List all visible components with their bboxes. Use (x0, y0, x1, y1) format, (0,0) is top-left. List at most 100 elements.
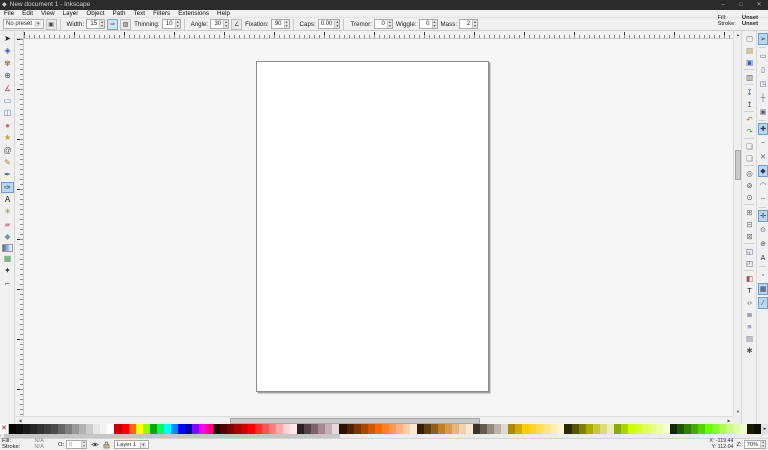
color-swatch[interactable] (410, 424, 417, 434)
copy[interactable]: ❏ (743, 141, 756, 152)
tool-calligraphy[interactable]: ✑ (1, 182, 14, 193)
color-swatch[interactable] (178, 424, 185, 434)
color-swatch[interactable] (543, 424, 550, 434)
angle-spin-down[interactable]: ▾ (224, 24, 228, 28)
color-swatch[interactable] (114, 424, 121, 434)
color-swatch[interactable] (719, 424, 726, 434)
color-swatch[interactable] (642, 424, 649, 434)
color-swatch[interactable] (304, 424, 311, 434)
color-swatch[interactable] (656, 424, 663, 434)
snap-rotation-centers[interactable]: ⊕ (758, 238, 768, 250)
color-swatch[interactable] (79, 424, 86, 434)
tool-zoom[interactable]: ⊕ (1, 70, 14, 81)
color-swatch[interactable] (536, 424, 543, 434)
color-swatch[interactable] (635, 424, 642, 434)
color-swatch[interactable] (339, 424, 346, 434)
color-swatch[interactable] (58, 424, 65, 434)
color-swatch[interactable] (586, 424, 593, 434)
layer-visibility-toggle[interactable] (91, 441, 99, 448)
tool-gradient[interactable] (2, 244, 13, 252)
snap-page-border[interactable]: ▫ (758, 269, 768, 281)
color-swatch[interactable] (487, 424, 494, 434)
close-button[interactable]: ✕ (750, 0, 768, 10)
horizontal-ruler[interactable] (24, 31, 733, 39)
fill-stroke-dialog[interactable]: ◧ (743, 273, 756, 284)
color-swatch[interactable] (572, 424, 579, 434)
color-swatch[interactable] (269, 424, 276, 434)
text-dialog[interactable]: T (743, 285, 756, 296)
color-swatch[interactable] (143, 424, 150, 434)
width-spinner[interactable]: 15▴▾ (86, 19, 105, 29)
color-swatch[interactable] (593, 424, 600, 434)
color-swatch[interactable] (698, 424, 705, 434)
save-document[interactable]: ▣ (743, 57, 756, 68)
color-swatch[interactable] (100, 424, 107, 434)
snap-cusp-nodes[interactable]: ◆ (758, 165, 768, 177)
import-bitmap[interactable]: ↧ (743, 87, 756, 98)
tremor-spinner[interactable]: 0▴▾ (374, 19, 393, 29)
color-swatch[interactable] (438, 424, 445, 434)
maximize-button[interactable]: □ (732, 0, 750, 10)
color-swatch[interactable] (361, 424, 368, 434)
snap-path-intersections[interactable]: ✕ (758, 151, 768, 163)
snap-bbox-centers[interactable]: ▣ (758, 106, 768, 118)
snap-text-baselines[interactable]: A (758, 252, 768, 264)
color-swatch[interactable] (30, 424, 37, 434)
fixation-spin-down[interactable]: ▾ (285, 24, 289, 28)
color-swatch[interactable] (241, 424, 248, 434)
color-swatch[interactable] (691, 424, 698, 434)
tool-paint-bucket[interactable]: ◆ (1, 231, 14, 242)
color-swatch[interactable] (164, 424, 171, 434)
color-swatch[interactable] (564, 424, 571, 434)
color-swatch[interactable] (23, 424, 30, 434)
color-swatch[interactable] (747, 424, 754, 434)
tool-selector[interactable]: ➤ (1, 33, 14, 44)
mass-spin-down[interactable]: ▾ (473, 24, 477, 28)
canvas[interactable] (24, 39, 733, 416)
snap-bbox-edge-midpoints[interactable]: ┼ (758, 92, 768, 104)
color-swatch[interactable] (754, 424, 761, 434)
color-swatch[interactable] (318, 424, 325, 434)
group-objects[interactable]: ◱ (743, 246, 756, 257)
color-swatch[interactable] (522, 424, 529, 434)
color-swatch[interactable] (107, 424, 114, 434)
new-document[interactable]: ▢ (743, 33, 756, 44)
color-swatch[interactable] (649, 424, 656, 434)
tool-dropper[interactable]: ✦ (1, 265, 14, 276)
snap-guides[interactable]: ∕ (758, 297, 768, 309)
fixation-spinner[interactable]: 90▴▾ (271, 19, 290, 29)
tool-bezier-pen[interactable]: ✒ (1, 169, 14, 180)
tool-node-editor[interactable]: ◈ (1, 45, 14, 56)
trace-background-toggle[interactable]: ▨ (120, 19, 131, 30)
snap-bbox-edges[interactable]: ▯ (758, 64, 768, 76)
color-swatch[interactable] (663, 424, 670, 434)
color-swatch[interactable] (368, 424, 375, 434)
color-swatch[interactable] (276, 424, 283, 434)
color-swatch[interactable] (550, 424, 557, 434)
color-swatch[interactable] (37, 424, 44, 434)
snap-object-centers[interactable]: ⊙ (758, 224, 768, 236)
color-swatch[interactable] (480, 424, 487, 434)
color-swatch[interactable] (508, 424, 515, 434)
color-swatch[interactable] (192, 424, 199, 434)
caps-spinner[interactable]: 0.00▴▾ (318, 19, 341, 29)
thinning-spin-down[interactable]: ▾ (176, 24, 180, 28)
redo[interactable]: ↷ (743, 126, 756, 137)
color-swatch[interactable] (670, 424, 677, 434)
color-swatch[interactable] (705, 424, 712, 434)
tool-3d-box[interactable]: ◫ (1, 107, 14, 118)
tool-mesh-gradient[interactable]: ▦ (1, 253, 14, 264)
tool-spiral[interactable]: @ (1, 145, 14, 156)
ungroup-objects[interactable]: ◰ (743, 258, 756, 269)
color-swatch[interactable] (290, 424, 297, 434)
color-swatch[interactable] (347, 424, 354, 434)
print-document[interactable]: ▥ (743, 72, 756, 83)
color-swatch[interactable] (431, 424, 438, 434)
color-swatch[interactable] (93, 424, 100, 434)
tool-eraser[interactable]: ▰ (1, 219, 14, 230)
color-swatch[interactable] (171, 424, 178, 434)
color-swatch[interactable] (248, 424, 255, 434)
angle-spinner[interactable]: 30▴▾ (210, 19, 229, 29)
color-swatch[interactable] (150, 424, 157, 434)
opacity-spin-down[interactable]: ▾ (82, 445, 86, 449)
